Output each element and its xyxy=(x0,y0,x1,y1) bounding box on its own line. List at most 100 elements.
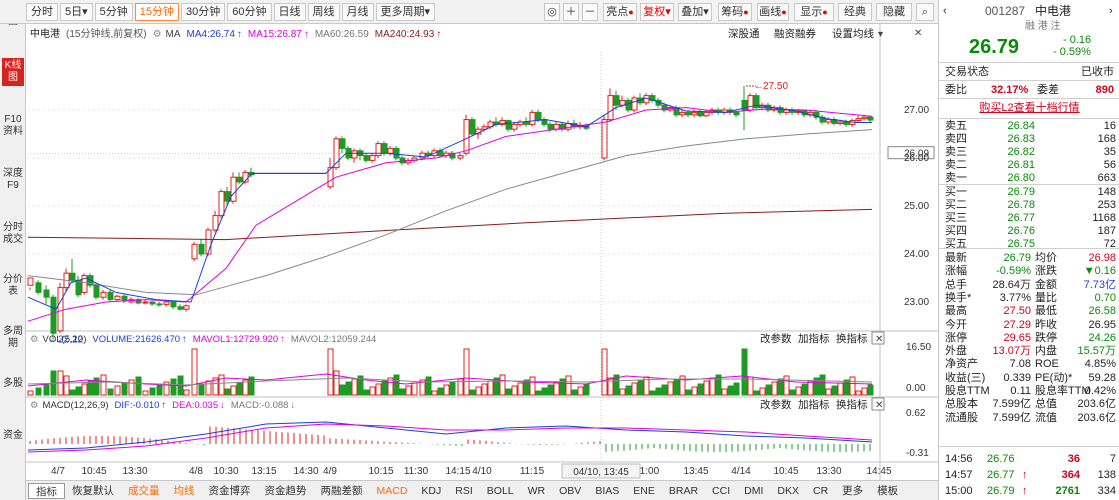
indicator-tab-2[interactable]: 成交量 xyxy=(121,483,167,499)
leftnav-item-6[interactable]: 多周期 xyxy=(2,326,24,350)
stat-value: 0.70 xyxy=(1094,291,1116,304)
indicator-tab-10[interactable]: BOLL xyxy=(480,483,521,499)
indicator-tab-5[interactable]: 资金趋势 xyxy=(258,483,314,499)
buy-l2-link[interactable]: 购买L2查看十档行情 xyxy=(939,101,1119,115)
trade-state-value: 已收市 xyxy=(1081,66,1114,78)
book-price[interactable]: 26.84 xyxy=(979,119,1035,133)
indicator-tab-19[interactable]: CR xyxy=(806,483,835,499)
toolbar-classic-button[interactable]: 经典 xyxy=(838,3,872,21)
close-icon[interactable]: ✕ xyxy=(914,28,922,39)
vol-btn-0[interactable]: 改参数 xyxy=(760,332,792,345)
vol-btn-1[interactable]: 加指标 xyxy=(798,332,830,345)
period-tab-9[interactable]: 更多周期▾ xyxy=(375,2,436,21)
period-tab-3[interactable]: 15分钟 xyxy=(134,2,180,21)
indicator-tab-6[interactable]: 两融差额 xyxy=(314,483,370,499)
toolbar-chips-button[interactable]: 筹码● xyxy=(718,3,752,21)
stat-value: 28.64万 xyxy=(992,278,1031,291)
volume-bar xyxy=(363,389,370,396)
top-link-1[interactable]: 融资融券 xyxy=(774,27,816,40)
candle-body xyxy=(218,191,225,217)
top-link-2[interactable]: 设置均线 xyxy=(832,27,874,40)
chart-canvas[interactable]: 中电港 (15分钟线,前复权) ⚙ MA MA4:26.74 ↑ MA15:26.87 ↑ MA… xyxy=(26,24,938,480)
period-tab-4[interactable]: 30分钟 xyxy=(181,2,226,21)
macd-btn-1[interactable]: 加指标 xyxy=(798,398,830,411)
panel-row: 买二 26.78 253 xyxy=(939,198,1119,212)
indicator-tab-17[interactable]: DMI xyxy=(737,483,770,499)
indicator-tab-14[interactable]: ENE xyxy=(626,483,662,499)
book-price[interactable]: 26.77 xyxy=(979,211,1035,225)
camera-icon[interactable]: ◎ xyxy=(544,3,560,21)
minus-icon[interactable]: － xyxy=(582,3,598,21)
period-tab-0[interactable]: 分时 xyxy=(26,2,58,21)
period-tab-6[interactable]: 日线 xyxy=(273,2,306,21)
chevron-left-icon[interactable]: ‹ xyxy=(943,4,947,18)
leftnav-item-4[interactable]: 分时成交 xyxy=(2,222,24,246)
toolbar-restore-button[interactable]: 复权▾ xyxy=(640,3,674,21)
macd-btn-2[interactable]: 换指标 xyxy=(836,398,868,411)
period-tab-7[interactable]: 周线 xyxy=(307,2,340,21)
book-price[interactable]: 26.82 xyxy=(979,145,1035,159)
stat-value: 26.95 xyxy=(1088,318,1116,331)
indicator-tab-0[interactable]: 指标 xyxy=(28,482,65,499)
price-change-pct: - 0.59% xyxy=(1053,46,1091,58)
indicator-tab-4[interactable]: 资金博弈 xyxy=(202,483,258,499)
book-price[interactable]: 26.81 xyxy=(979,158,1035,172)
period-tab-5[interactable]: 60分钟 xyxy=(227,2,272,21)
leftnav-item-1[interactable]: K线图 xyxy=(2,58,24,86)
period-tab-8[interactable]: 月线 xyxy=(341,2,374,21)
period-tab-1[interactable]: 5日▾ xyxy=(60,2,93,21)
panel-row: 交易状态 已收市 xyxy=(939,65,1119,79)
macd-label: MACD(12,26,9) xyxy=(43,400,109,411)
volume-bar xyxy=(649,390,656,396)
candle-body xyxy=(142,301,149,304)
stat-value: 27.50 xyxy=(1003,305,1031,318)
candle-body xyxy=(339,138,346,149)
period-tab-2[interactable]: 5分钟 xyxy=(94,2,133,21)
candle-body xyxy=(861,116,868,120)
ma15-line xyxy=(27,107,873,322)
indicator-tab-9[interactable]: RSI xyxy=(448,483,480,499)
indicator-tab-15[interactable]: BRAR xyxy=(662,483,705,499)
indicator-tab-12[interactable]: OBV xyxy=(552,483,588,499)
leftnav-item-5[interactable]: 分价表 xyxy=(2,274,24,298)
book-price[interactable]: 26.79 xyxy=(979,185,1035,199)
leftnav-item-3[interactable]: 深度F9 xyxy=(2,168,24,192)
leftnav-item-2[interactable]: F10资料 xyxy=(2,114,24,138)
toolbar-display-button[interactable]: 显示● xyxy=(794,3,834,21)
indicator-tab-20[interactable]: 更多 xyxy=(835,483,870,499)
book-volume: 1168 xyxy=(1092,212,1116,224)
book-price[interactable]: 26.83 xyxy=(979,132,1035,146)
indicator-tab-8[interactable]: KDJ xyxy=(414,483,448,499)
period-label: 5日 xyxy=(65,5,83,18)
stat-label: 最低 xyxy=(1035,305,1057,318)
toolbar-highlight-button[interactable]: 亮点● xyxy=(603,3,637,21)
indicator-tab-21[interactable]: 模板 xyxy=(870,483,905,499)
trading-app: { "toolbar": { "periods": ["分时","5日","5分… xyxy=(0,0,1119,500)
indicator-tab-3[interactable]: 均线 xyxy=(167,483,202,499)
chart-mode: (15分钟线,前复权) xyxy=(66,27,147,40)
book-price[interactable]: 26.80 xyxy=(979,171,1035,185)
book-price[interactable]: 26.76 xyxy=(979,224,1035,238)
indicator-tab-1[interactable]: 恢复默认 xyxy=(65,483,121,499)
indicator-tab-18[interactable]: DKX xyxy=(770,483,806,499)
indicator-tab-7[interactable]: MACD xyxy=(370,483,415,499)
indicator-tab-11[interactable]: WR xyxy=(521,483,553,499)
price-tick-label: 23.00 xyxy=(904,297,929,308)
chevron-right-icon[interactable]: › xyxy=(1109,4,1113,18)
panel-row: 股息TTM 0.11 股息率TTM 0.42% xyxy=(939,384,1119,398)
top-link-0[interactable]: 深股通 xyxy=(728,28,760,40)
plus-icon[interactable]: ＋ xyxy=(563,3,579,21)
indicator-tab-bar: 指标 恢复默认 成交量 均线 资金博弈 资金趋势 两融差额 MACD KDJ RSI BOLL WR O… xyxy=(26,480,938,500)
vol-btn-2[interactable]: 换指标 xyxy=(836,332,868,345)
macd-btn-0[interactable]: 改参数 xyxy=(760,398,792,411)
search-icon[interactable]: ⌕ xyxy=(916,3,934,21)
indicator-tab-16[interactable]: CCI xyxy=(705,483,737,499)
leftnav-item-7[interactable]: 多股 xyxy=(2,378,24,390)
indicator-tab-13[interactable]: BIAS xyxy=(588,483,626,499)
leftnav-item-8[interactable]: 资金 xyxy=(2,430,24,442)
kline-chart[interactable]: 中电港 (15分钟线,前复权) ⚙ MA MA4:26.74 ↑ MA15:26.87 ↑ MA… xyxy=(26,24,938,480)
toolbar-overlay-button[interactable]: 叠加▾ xyxy=(678,3,712,21)
book-price[interactable]: 26.78 xyxy=(979,198,1035,212)
toolbar-drawing-button[interactable]: 画线● xyxy=(757,3,789,21)
toolbar-hide-button[interactable]: 隐藏 xyxy=(876,3,912,21)
